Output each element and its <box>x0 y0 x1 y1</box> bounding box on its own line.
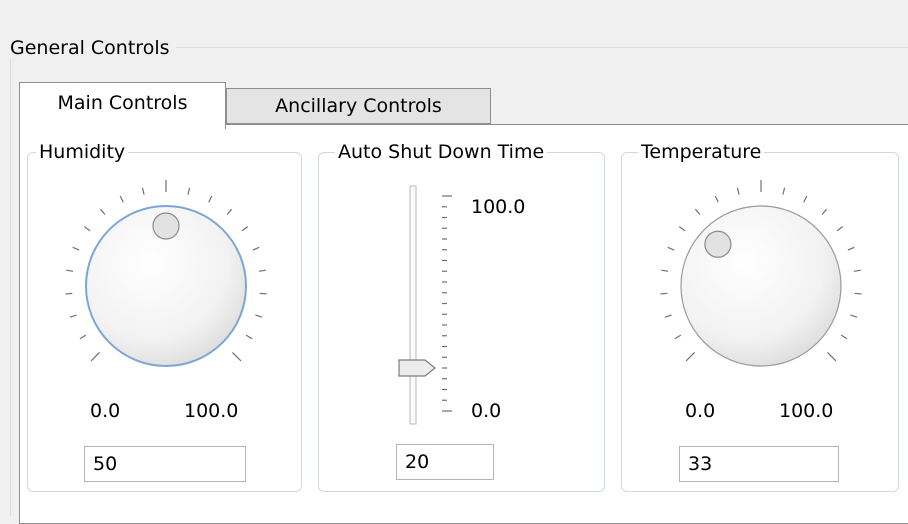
shutdown-panel: Auto Shut Down Time <box>318 140 605 492</box>
humidity-min-label: 0.0 <box>90 400 121 422</box>
temperature-knob[interactable] <box>0 0 862 367</box>
shutdown-value-field[interactable] <box>396 444 494 480</box>
humidity-tick <box>259 292 267 295</box>
temperature-tick <box>660 292 668 295</box>
temperature-min-label: 0.0 <box>685 400 716 422</box>
tab-ancillary-controls[interactable]: Ancillary Controls <box>226 88 491 124</box>
temperature-tick <box>854 292 862 295</box>
temperature-value-field[interactable] <box>679 446 839 482</box>
group-border-left <box>10 47 11 516</box>
humidity-title: Humidity <box>36 140 129 164</box>
temperature-max-label: 100.0 <box>779 400 834 422</box>
shutdown-track[interactable] <box>409 185 417 425</box>
temperature-indicator[interactable] <box>704 230 732 258</box>
shutdown-min-label: 0.0 <box>471 400 502 422</box>
tab-main-controls[interactable]: Main Controls <box>19 82 226 129</box>
humidity-max-label: 100.0 <box>184 400 239 422</box>
shutdown-title: Auto Shut Down Time <box>335 140 548 164</box>
humidity-indicator[interactable] <box>152 212 180 240</box>
temperature-dial[interactable] <box>680 205 842 367</box>
shutdown-max-label: 100.0 <box>471 196 526 218</box>
humidity-value-field[interactable] <box>84 446 246 482</box>
temperature-title: Temperature <box>638 140 765 164</box>
humidity-tick <box>65 292 73 295</box>
group-title: General Controls <box>10 37 176 59</box>
